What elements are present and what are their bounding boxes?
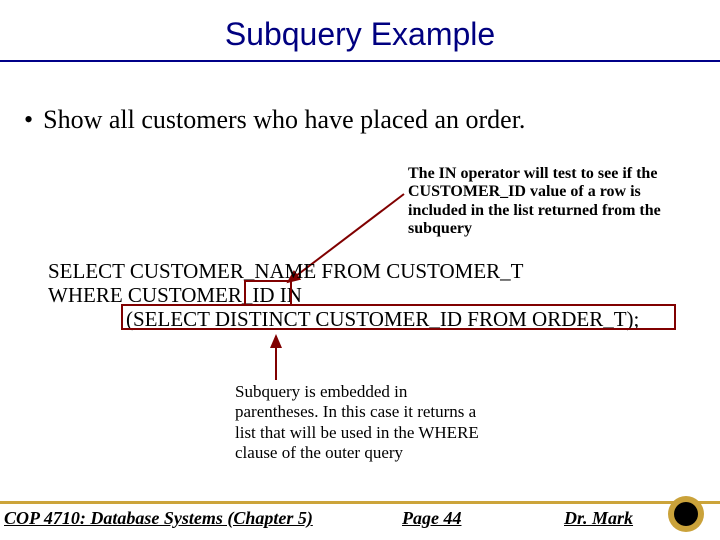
footer-author: Dr. Mark	[564, 508, 633, 529]
ucf-logo-icon	[666, 494, 706, 534]
annotation-subquery: Subquery is embedded in parentheses. In …	[235, 382, 490, 464]
footer-page: Page 44	[402, 508, 461, 529]
slide: Subquery Example • Show all customers wh…	[0, 0, 720, 540]
footer-course: COP 4710: Database Systems (Chapter 5)	[4, 508, 313, 529]
footer: COP 4710: Database Systems (Chapter 5) P…	[0, 508, 720, 540]
footer-divider	[0, 501, 720, 504]
